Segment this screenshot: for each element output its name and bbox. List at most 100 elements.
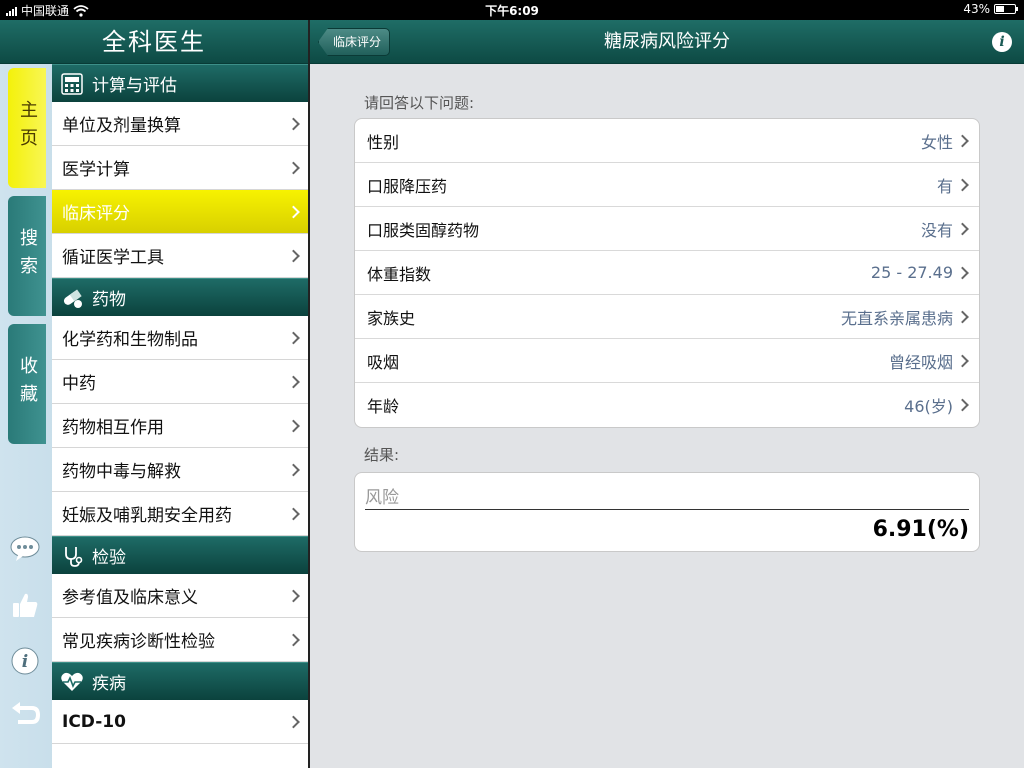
chevron-right-icon: [287, 463, 300, 476]
chevron-right-icon: [287, 507, 300, 520]
question-row-bmi[interactable]: 体重指数 25 - 27.49: [355, 251, 979, 295]
tab-favorites[interactable]: 收藏: [8, 324, 46, 444]
menu-item-drug-interaction[interactable]: 药物相互作用: [52, 404, 308, 448]
result-section-label: 结果:: [364, 446, 400, 464]
section-title: 计算与评估: [92, 76, 177, 96]
section-title: 药物: [92, 290, 126, 310]
question-value: 25 - 27.49: [870, 263, 953, 282]
calculator-icon: [60, 72, 84, 96]
question-value: 女性: [920, 132, 953, 152]
status-time: 下午6:09: [485, 4, 539, 18]
chevron-right-icon: [287, 419, 300, 432]
question-row-steroids[interactable]: 口服类固醇药物 没有: [355, 207, 979, 251]
page-title: 糖尿病风险评分: [604, 31, 730, 52]
question-label: 家族史: [367, 308, 416, 328]
battery-fill: [996, 6, 1004, 12]
questions-label: 请回答以下问题:: [364, 94, 475, 112]
question-row-smoking[interactable]: 吸烟 曾经吸烟: [355, 339, 979, 383]
menu-item-reference-values[interactable]: 参考值及临床意义: [52, 574, 308, 618]
battery-percent: 43%: [963, 2, 990, 16]
section-title: 检验: [92, 548, 126, 568]
chevron-right-icon: [287, 331, 300, 344]
menu-item-medical-calc[interactable]: 医学计算: [52, 146, 308, 190]
svg-text:i: i: [22, 652, 28, 672]
questions-group: 性别 女性 口服降压药 有 口服类固醇药物 没有 体重指数 25 - 27.49 家族史…: [354, 118, 980, 428]
side-tab-bar: 主页 搜索 收藏 i: [0, 64, 52, 768]
detail-header: 临床评分 糖尿病风险评分 i: [310, 20, 1024, 64]
menu-item-pregnancy-safety[interactable]: 妊娠及哺乳期安全用药: [52, 492, 308, 536]
result-divider: [365, 509, 969, 510]
menu-item-label: 妊娠及哺乳期安全用药: [62, 506, 232, 526]
chat-icon[interactable]: [10, 534, 40, 564]
chevron-right-icon: [956, 398, 969, 412]
chevron-right-icon: [287, 715, 300, 728]
menu-item-label: 中药: [62, 374, 96, 394]
tab-search[interactable]: 搜索: [8, 196, 46, 316]
chevron-right-icon: [287, 589, 300, 602]
section-header-calc: 计算与评估: [52, 64, 308, 102]
status-bar: 中国联通 下午6:09 43%: [0, 0, 1024, 20]
question-value: 46(岁): [904, 397, 953, 416]
chevron-right-icon: [956, 310, 969, 323]
detail-pane: 临床评分 糖尿病风险评分 i 请回答以下问题: 性别 女性 口服降压药 有 口服类固…: [310, 20, 1024, 768]
menu-item-ebm-tools[interactable]: 循证医学工具: [52, 234, 308, 278]
menu-item-label: 单位及剂量换算: [62, 116, 181, 136]
question-row-family-history[interactable]: 家族史 无直系亲属患病: [355, 295, 979, 339]
question-row-age[interactable]: 年龄 46(岁): [355, 383, 979, 427]
question-value: 曾经吸烟: [888, 352, 953, 372]
question-label: 口服降压药: [367, 176, 448, 196]
battery-icon: [994, 4, 1018, 14]
chevron-right-icon: [287, 633, 300, 646]
menu-item-label: 循证医学工具: [62, 248, 164, 268]
status-right: 43%: [963, 2, 1018, 16]
chevron-right-icon: [287, 249, 300, 262]
question-label: 性别: [367, 132, 400, 152]
section-header-lab: 检验: [52, 536, 308, 574]
menu-item-label: 临床评分: [62, 204, 130, 224]
menu-item-label: 参考值及临床意义: [62, 588, 198, 608]
question-row-gender[interactable]: 性别 女性: [355, 119, 979, 163]
question-value: 有: [936, 176, 953, 196]
chevron-right-icon: [287, 205, 300, 218]
risk-label: 风险: [365, 488, 399, 508]
info-icon[interactable]: i: [10, 646, 40, 676]
question-label: 体重指数: [367, 264, 432, 284]
undo-icon[interactable]: [10, 700, 40, 730]
menu-item-partial[interactable]: [52, 744, 308, 768]
chevron-right-icon: [956, 266, 969, 279]
menu-item-label: ICD-10: [62, 711, 126, 732]
chevron-right-icon: [287, 161, 300, 174]
stethoscope-icon: [60, 544, 84, 568]
app-title: 全科医生: [0, 20, 308, 64]
menu-item-label: 化学药和生物制品: [62, 330, 198, 350]
question-label: 年龄: [367, 397, 400, 416]
menu-item-label: 药物中毒与解救: [62, 462, 181, 482]
menu-item-label: 药物相互作用: [62, 418, 164, 438]
section-title: 疾病: [92, 674, 126, 694]
thumbs-up-icon[interactable]: [10, 590, 40, 620]
menu-item-chemical-drugs[interactable]: 化学药和生物制品: [52, 316, 308, 360]
chevron-right-icon: [956, 178, 969, 191]
chevron-right-icon: [956, 222, 969, 235]
info-icon[interactable]: i: [992, 32, 1012, 52]
menu-item-poisoning[interactable]: 药物中毒与解救: [52, 448, 308, 492]
menu-item-clinical-score[interactable]: 临床评分: [52, 190, 308, 234]
chevron-right-icon: [956, 354, 969, 367]
section-header-disease: 疾病: [52, 662, 308, 700]
main-menu: 计算与评估 单位及剂量换算 医学计算 临床评分 循证医学工具 药物 化学药和生物…: [52, 64, 308, 768]
master-pane: 全科医生 主页 搜索 收藏 i 计算与评估 单位及剂量换算 医学计算 临床评分 …: [0, 20, 308, 768]
question-label: 吸烟: [367, 352, 400, 372]
menu-item-icd10[interactable]: ICD-10: [52, 700, 308, 744]
menu-item-tcm[interactable]: 中药: [52, 360, 308, 404]
menu-item-diagnostic-tests[interactable]: 常见疾病诊断性检验: [52, 618, 308, 662]
chevron-right-icon: [287, 375, 300, 388]
chevron-right-icon: [287, 117, 300, 130]
question-value: 没有: [920, 220, 953, 240]
question-value: 无直系亲属患病: [840, 308, 953, 328]
heartbeat-icon: [60, 670, 84, 694]
menu-item-unit-conversion[interactable]: 单位及剂量换算: [52, 102, 308, 146]
menu-item-label: 医学计算: [62, 160, 130, 180]
question-row-antihypertensive[interactable]: 口服降压药 有: [355, 163, 979, 207]
chevron-right-icon: [956, 134, 969, 147]
tab-home[interactable]: 主页: [8, 68, 46, 188]
